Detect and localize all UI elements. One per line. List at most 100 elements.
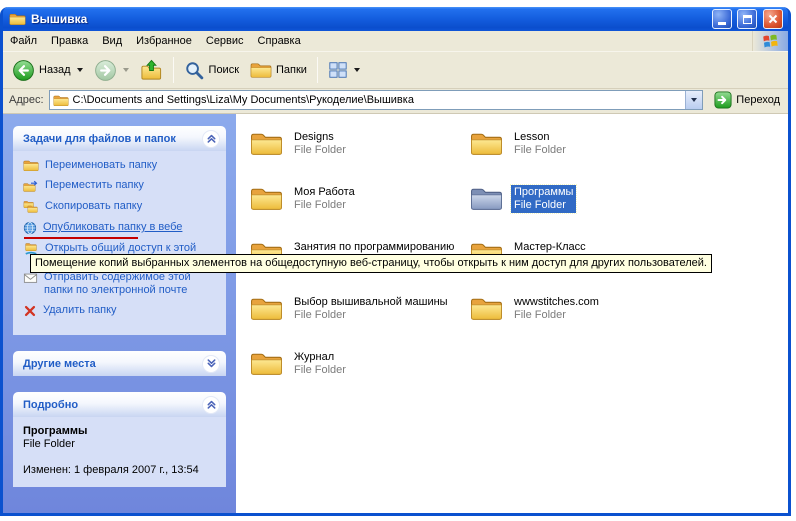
task-publish-folder[interactable]: Опубликовать папку в вебе <box>23 221 220 235</box>
task-label: Удалить папку <box>43 304 117 317</box>
address-dropdown-button[interactable] <box>685 91 702 109</box>
up-icon <box>140 59 163 82</box>
chevron-up-icon <box>206 399 217 410</box>
menu-help-label: Справка <box>258 35 301 47</box>
screen: Вышивка Файл Правка Вид Избранное Сервис… <box>0 0 796 521</box>
rename-icon <box>23 159 39 172</box>
panel-file-tasks-body: Переименовать папку Переместить папку <box>13 151 226 335</box>
selected-folder-icon <box>470 185 503 212</box>
maximize-button[interactable] <box>737 9 757 29</box>
menu-edit[interactable]: Правка <box>44 31 95 51</box>
minimize-icon <box>718 22 726 25</box>
file-name: Занятия по программированию <box>294 241 454 254</box>
folder-icon <box>250 295 283 322</box>
go-button[interactable]: Переход <box>708 90 784 110</box>
file-type: File Folder <box>294 199 355 212</box>
details-type: File Folder <box>23 438 220 451</box>
task-email-folder[interactable]: Отправить содержимое этой папки по элект… <box>23 271 220 297</box>
file-name: Designs <box>294 131 346 144</box>
file-name: Моя Работа <box>294 186 355 199</box>
file-type: File Folder <box>294 144 346 157</box>
folders-button[interactable]: Папки <box>245 58 312 82</box>
file-type: File Folder <box>514 144 566 157</box>
folder-icon <box>470 295 503 322</box>
menu-edit-label: Правка <box>51 35 88 47</box>
file-item[interactable]: DesignsFile Folder <box>250 130 470 185</box>
chevron-up-icon <box>206 133 217 144</box>
menu-tools[interactable]: Сервис <box>199 31 251 51</box>
task-label: Опубликовать папку в вебе <box>43 221 182 234</box>
window-title: Вышивка <box>31 12 707 26</box>
folders-label: Папки <box>276 64 307 76</box>
task-copy-folder[interactable]: Скопировать папку <box>23 200 220 214</box>
file-name: Выбор вышивальной машины <box>294 296 448 309</box>
file-name: Мастер-Класс <box>514 241 586 254</box>
task-delete-folder[interactable]: Удалить папку <box>23 304 220 318</box>
folder-icon <box>250 350 283 377</box>
address-combo[interactable]: C:\Documents and Settings\Liza\My Docume… <box>49 90 704 110</box>
panel-file-tasks-header[interactable]: Задачи для файлов и папок <box>13 126 226 151</box>
folder-icon <box>250 130 283 157</box>
file-type: File Folder <box>294 364 346 377</box>
file-item[interactable]: Моя РаботаFile Folder <box>250 185 470 240</box>
file-item[interactable]: LessonFile Folder <box>470 130 690 185</box>
title-bar: Вышивка <box>3 7 788 31</box>
toolbar-separator <box>317 57 318 83</box>
panel-other-places-header[interactable]: Другие места <box>13 351 226 376</box>
task-label: Переименовать папку <box>45 159 157 172</box>
search-button[interactable]: Поиск <box>179 57 244 84</box>
forward-button[interactable] <box>89 56 134 85</box>
move-icon <box>23 179 39 193</box>
menu-tools-label: Сервис <box>206 35 244 47</box>
file-item[interactable]: ЖурналFile Folder <box>250 350 470 405</box>
file-type: File Folder <box>294 309 448 322</box>
back-label: Назад <box>39 64 71 76</box>
back-button[interactable]: Назад <box>7 56 88 85</box>
file-item[interactable]: Выбор вышивальной машиныFile Folder <box>250 295 470 350</box>
task-label: Отправить содержимое этой папки по элект… <box>44 271 219 297</box>
panel-other-places-title: Другие места <box>23 358 96 370</box>
explorer-window: Вышивка Файл Правка Вид Избранное Сервис… <box>0 7 791 516</box>
go-icon <box>714 91 732 109</box>
go-label: Переход <box>736 94 780 106</box>
menu-favorites[interactable]: Избранное <box>129 31 199 51</box>
details-modified: Изменен: 1 февраля 2007 г., 13:54 <box>23 464 220 477</box>
file-name: Журнал <box>294 351 346 364</box>
details-name: Программы <box>23 425 220 438</box>
menu-view[interactable]: Вид <box>95 31 129 51</box>
minimize-button[interactable] <box>712 9 732 29</box>
views-button[interactable] <box>323 57 365 83</box>
folder-icon <box>250 185 283 212</box>
collapse-button[interactable] <box>202 130 220 148</box>
panel-details-header[interactable]: Подробно <box>13 392 226 417</box>
address-input[interactable]: C:\Documents and Settings\Liza\My Docume… <box>73 94 682 106</box>
window-folder-icon <box>9 12 26 26</box>
task-pane: Задачи для файлов и папок Переименовать … <box>3 114 236 513</box>
collapse-button[interactable] <box>202 396 220 414</box>
menu-view-label: Вид <box>102 35 122 47</box>
address-folder-icon <box>53 94 69 107</box>
search-label: Поиск <box>209 64 239 76</box>
file-item[interactable]: wwwstitches.comFile Folder <box>470 295 690 350</box>
close-button[interactable] <box>763 9 783 29</box>
menu-help[interactable]: Справка <box>251 31 308 51</box>
task-rename-folder[interactable]: Переименовать папку <box>23 159 220 172</box>
menu-file[interactable]: Файл <box>3 31 44 51</box>
chevron-down-icon <box>691 98 697 102</box>
up-button[interactable] <box>135 56 168 85</box>
forward-icon <box>94 59 117 82</box>
views-icon <box>328 60 348 80</box>
task-label: Переместить папку <box>45 179 144 192</box>
toolbar-separator <box>173 57 174 83</box>
file-name: wwwstitches.com <box>514 296 599 309</box>
file-item-selected[interactable]: ПрограммыFile Folder <box>470 185 690 240</box>
panel-file-tasks-title: Задачи для файлов и папок <box>23 133 176 145</box>
forward-dropdown-icon <box>123 68 129 72</box>
windows-logo-icon <box>762 33 779 50</box>
folders-icon <box>250 61 272 79</box>
address-label: Адрес: <box>9 94 44 106</box>
maximize-icon <box>743 15 752 24</box>
expand-button[interactable] <box>202 355 220 373</box>
back-icon <box>12 59 35 82</box>
task-move-folder[interactable]: Переместить папку <box>23 179 220 193</box>
